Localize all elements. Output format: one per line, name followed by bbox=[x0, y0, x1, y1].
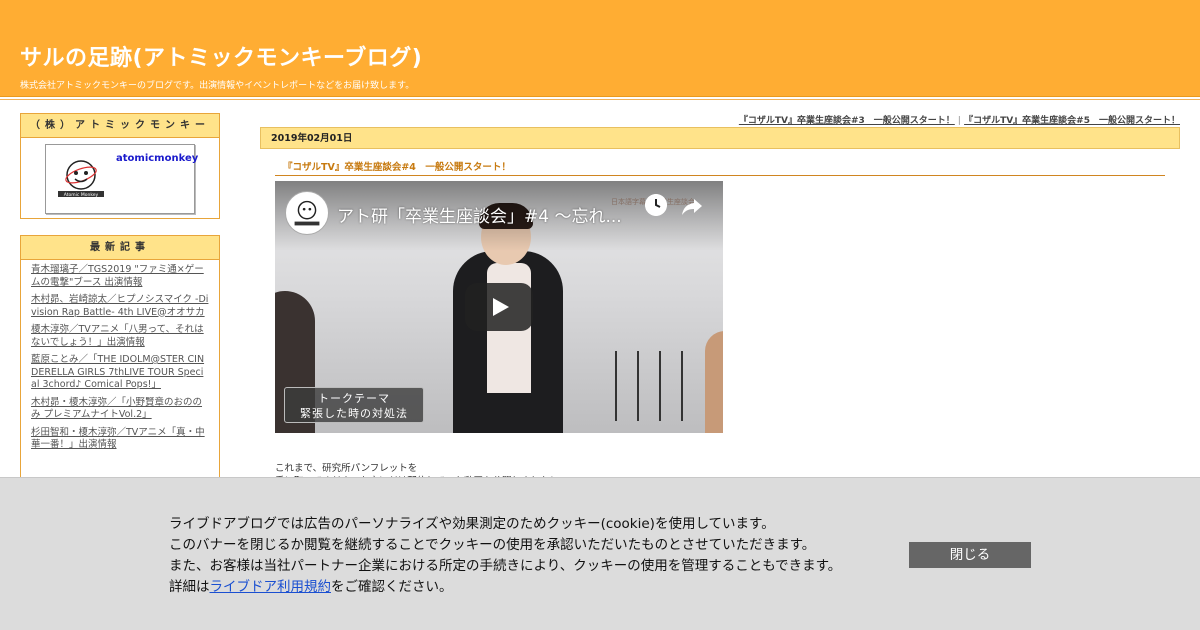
recent-post-link[interactable]: 榎木淳弥／TVアニメ「八男って、それはないでしょう！」出演情報 bbox=[31, 324, 209, 349]
sidebar-profile-heading: （株）アトミックモンキー bbox=[21, 114, 219, 138]
share-arrow-icon[interactable] bbox=[681, 195, 703, 217]
site-header: サルの足跡(アトミックモンキーブログ) 株式会社アトミックモンキーのブログです。… bbox=[0, 0, 1200, 97]
cookie-line3: また、お客様は当社パートナー企業における所定の手続きにより、クッキーの使用を管理… bbox=[169, 558, 842, 574]
cookie-line4-suffix: をご確認ください。 bbox=[331, 579, 453, 595]
video-person-right bbox=[705, 331, 723, 433]
site-description: 株式会社アトミックモンキーのブログです。出演情報やイベントレポートなどをお届け致… bbox=[20, 81, 415, 91]
nav-separator: | bbox=[957, 116, 962, 126]
channel-logo-icon[interactable] bbox=[285, 191, 329, 235]
atomic-monkey-logo-icon: Atomic Monkey bbox=[58, 160, 104, 198]
site-title[interactable]: サルの足跡(アトミックモンキーブログ) bbox=[20, 40, 422, 72]
youtube-video-embed[interactable]: 日本語字幕 卒業生座談会 アト研「卒業生座談会」#4 〜忘れ... トークテーマ… bbox=[275, 181, 723, 433]
recent-post-link[interactable]: 青木瑠璃子／TGS2019 "ファミ通×ゲームの電撃"ブース 出演情報 bbox=[31, 264, 209, 289]
sidebar-recent-box: 最新記事 青木瑠璃子／TGS2019 "ファミ通×ゲームの電撃"ブース 出演情報… bbox=[20, 235, 220, 495]
svg-text:Atomic Monkey: Atomic Monkey bbox=[64, 192, 99, 198]
video-caption-line1: トークテーマ bbox=[318, 392, 390, 405]
cookie-line2: このバナーを閉じるか閲覧を継続することでクッキーの使用を承認いただいたものとさせ… bbox=[169, 537, 816, 553]
music-stand bbox=[681, 351, 683, 421]
profile-name-link[interactable]: atomicmonkey bbox=[116, 153, 198, 164]
play-icon bbox=[493, 298, 509, 316]
next-post-link[interactable]: 『コザルTV』卒業生座談会#5 一般公開スタート！ bbox=[964, 116, 1180, 126]
profile-card[interactable]: Atomic Monkey atomicmonkey bbox=[45, 144, 198, 214]
cookie-close-button[interactable]: 閉じる bbox=[909, 542, 1031, 568]
recent-post-link[interactable]: 杉田智和・榎木淳弥／TVアニメ「真・中華一番！」出演情報 bbox=[31, 427, 209, 452]
cookie-banner: ライブドアブログでは広告のパーソナライズや効果測定のためクッキー(cookie)… bbox=[0, 477, 1200, 630]
header-divider-line bbox=[0, 99, 1200, 100]
sidebar-profile-box: （株）アトミックモンキー Atomic Monkey atomicmonkey bbox=[20, 113, 220, 219]
recent-post-link[interactable]: 藍原ことみ／「THE IDOLM@STER CINDERELLA GIRLS 7… bbox=[31, 354, 209, 392]
cookie-message: ライブドアブログでは広告のパーソナライズや効果測定のためクッキー(cookie)… bbox=[169, 514, 841, 598]
video-caption-line2: 緊張した時の対処法 bbox=[300, 407, 408, 420]
post-date: 2019年02月01日 bbox=[260, 127, 1180, 149]
page: サルの足跡(アトミックモンキーブログ) 株式会社アトミックモンキーのブログです。… bbox=[0, 0, 1200, 630]
post-navigation: 『コザルTV』卒業生座談会#3 一般公開スタート！ | 『コザルTV』卒業生座談会#… bbox=[739, 113, 1180, 126]
recent-post-link[interactable]: 木村昴、岩崎諒太／ヒプノシスマイク -Division Rap Battle- … bbox=[31, 294, 209, 319]
music-stand bbox=[637, 351, 639, 421]
post-title-link[interactable]: 『コザルTV』卒業生座談会#4 一般公開スタート！ bbox=[275, 159, 1165, 176]
video-title[interactable]: アト研「卒業生座談会」#4 〜忘れ... bbox=[337, 202, 622, 227]
video-caption-box: トークテーマ 緊張した時の対処法 bbox=[284, 387, 424, 423]
cookie-line4-prefix: 詳細は bbox=[169, 579, 210, 595]
post-body-line1: これまで、研究所パンフレットを bbox=[275, 463, 418, 474]
cookie-line4: 詳細はライブドア利用規約をご確認ください。 bbox=[169, 577, 841, 598]
play-button[interactable] bbox=[465, 283, 533, 331]
cookie-line1: ライブドアブログでは広告のパーソナライズや効果測定のためクッキー(cookie)… bbox=[169, 516, 775, 532]
recent-posts-list: 青木瑠璃子／TGS2019 "ファミ通×ゲームの電撃"ブース 出演情報 木村昴、… bbox=[21, 260, 219, 452]
prev-post-link[interactable]: 『コザルTV』卒業生座談会#3 一般公開スタート！ bbox=[739, 116, 955, 126]
music-stand bbox=[659, 351, 661, 421]
recent-post-link[interactable]: 木村昴・榎木淳弥／「小野賢章のおののみ プレミアムナイトVol.2」 bbox=[31, 397, 209, 422]
music-stand bbox=[615, 351, 617, 421]
sidebar-recent-heading: 最新記事 bbox=[21, 236, 219, 260]
watch-later-clock-icon[interactable] bbox=[645, 194, 667, 216]
terms-link[interactable]: ライブドア利用規約 bbox=[210, 579, 332, 595]
